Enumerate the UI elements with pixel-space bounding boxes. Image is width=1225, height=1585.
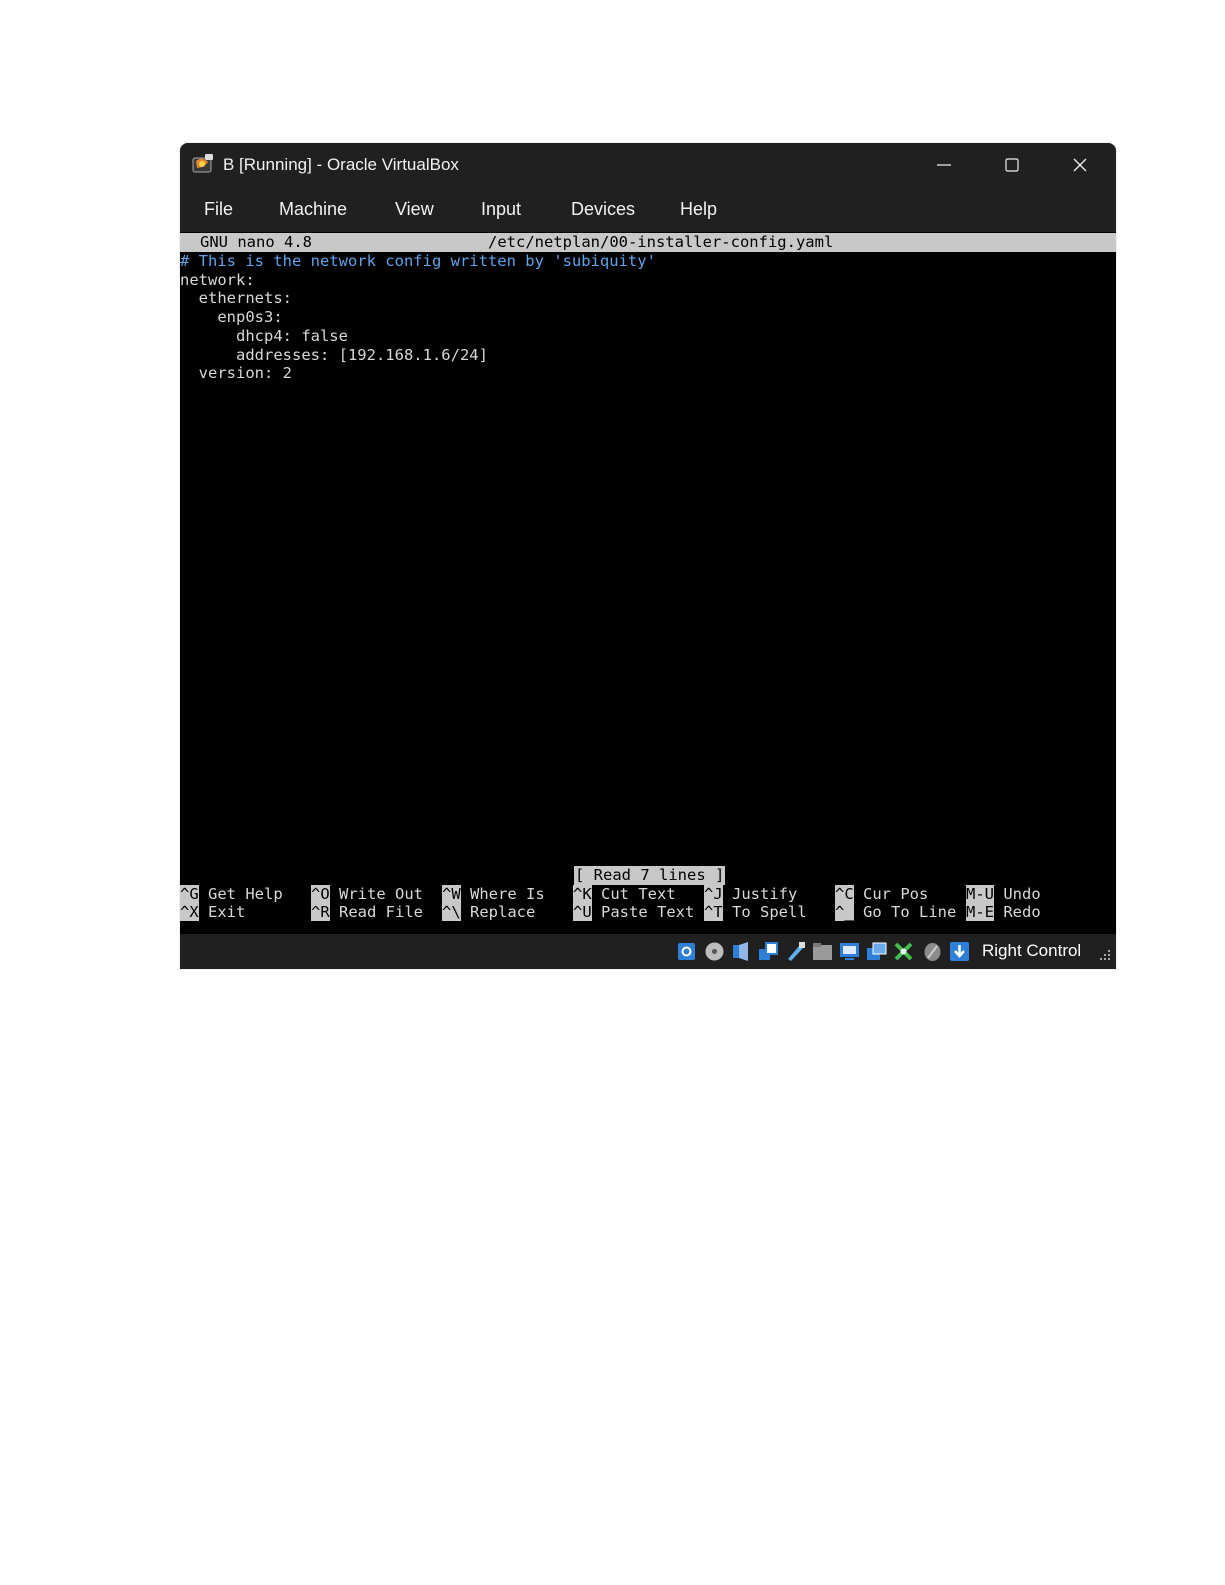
nano-status-message: [ Read 7 lines ] [574, 866, 726, 885]
audio-icon[interactable] [731, 941, 752, 962]
editor-line[interactable]: # This is the network config written by … [180, 252, 656, 271]
shortcut-key: M-U [966, 884, 994, 903]
shortcut-label: Cut Text [601, 884, 676, 903]
shortcut-label: Replace [470, 903, 536, 922]
title-bar[interactable]: B [Running] - Oracle VirtualBox [180, 143, 1116, 187]
shortcut-undo: M-U Undo [966, 884, 1041, 904]
maximize-icon [1005, 158, 1019, 172]
shortcut-label: Write Out [339, 884, 424, 903]
virtualbox-window: B [Running] - Oracle VirtualBox File Mac… [180, 143, 1116, 969]
shortcut-key: ^G [180, 884, 199, 903]
shortcut-label: To Spell [732, 903, 807, 922]
menu-view[interactable]: View [395, 199, 434, 220]
shortcut-label: Justify [732, 884, 798, 903]
resize-grip-icon[interactable] [1098, 948, 1112, 962]
shortcut-key: ^T [704, 903, 723, 922]
shortcut-key: ^O [311, 884, 330, 903]
shortcut-key: ^W [442, 884, 461, 903]
close-button[interactable] [1046, 143, 1114, 187]
shared-folders-icon[interactable] [812, 941, 833, 962]
maximize-button[interactable] [978, 143, 1046, 187]
shortcut-replace: ^\ Replace [442, 903, 535, 922]
shortcut-label: Go To Line [863, 903, 957, 922]
editor-line[interactable]: version: 2 [180, 364, 292, 383]
mouse-integration-icon[interactable] [922, 941, 943, 962]
shortcut-key: ^X [180, 903, 199, 922]
menu-file[interactable]: File [204, 199, 233, 220]
nano-version: GNU nano 4.8 [200, 233, 312, 251]
shortcut-write-out: ^O Write Out [311, 884, 424, 904]
menu-help[interactable]: Help [680, 199, 717, 220]
shortcut-get-help: ^G Get Help [180, 884, 283, 904]
guest-additions-icon[interactable] [893, 941, 914, 962]
nano-title-bar: GNU nano 4.8 /etc/netplan/00-installer-c… [180, 233, 1116, 252]
shortcut-key: ^_ [835, 903, 854, 922]
shortcut-label: Exit [208, 903, 246, 922]
editor-line[interactable]: addresses: [192.168.1.6/24] [180, 346, 488, 365]
window-title: B [Running] - Oracle VirtualBox [223, 155, 459, 174]
shortcut-label: Redo [1003, 903, 1041, 922]
keyboard-capture-icon[interactable] [949, 941, 970, 962]
display-icon[interactable] [839, 941, 860, 962]
shortcut-justify: ^J Justify [704, 884, 798, 904]
shortcut-to-spell: ^T To Spell [704, 903, 807, 922]
shortcut-label: Get Help [208, 884, 283, 903]
minimize-icon [937, 164, 951, 166]
shortcut-key: ^K [573, 884, 592, 903]
nano-filename: /etc/netplan/00-installer-config.yaml [488, 233, 834, 251]
hard-disk-icon[interactable] [676, 941, 697, 962]
menu-input[interactable]: Input [481, 199, 521, 220]
editor-line[interactable]: dhcp4: false [180, 327, 348, 346]
shortcut-key: ^C [835, 884, 854, 903]
shortcut-key: ^R [311, 903, 330, 922]
shortcut-where-is: ^W Where Is [442, 884, 545, 904]
shortcut-key: ^U [573, 903, 592, 922]
editor-line[interactable]: network: [180, 271, 255, 290]
shortcut-cut-text: ^K Cut Text [573, 884, 676, 904]
shortcut-redo: M-E Redo [966, 903, 1041, 922]
shortcut-label: Cur Pos [863, 884, 929, 903]
shortcut-read-file: ^R Read File [311, 903, 423, 922]
menu-bar: File Machine View Input Devices Help [180, 187, 1116, 232]
shortcut-key: ^\ [442, 903, 461, 922]
shortcut-cur-pos: ^C Cur Pos [835, 884, 929, 904]
shortcut-label: Undo [1003, 884, 1041, 903]
menu-machine[interactable]: Machine [279, 199, 347, 220]
shortcut-label: Paste Text [601, 903, 695, 922]
optical-drive-icon[interactable] [704, 941, 725, 962]
shortcut-key: ^J [704, 884, 723, 903]
shortcut-label: Where Is [470, 884, 545, 903]
host-key-label: Right Control [982, 941, 1082, 960]
usb-icon[interactable] [785, 941, 806, 962]
vm-screen[interactable]: GNU nano 4.8 /etc/netplan/00-installer-c… [180, 232, 1116, 934]
network-icon[interactable] [758, 941, 779, 962]
editor-line[interactable]: enp0s3: [180, 308, 282, 327]
shortcut-go-to-line: ^_ Go To Line [835, 903, 956, 922]
editor-line[interactable]: ethernets: [180, 289, 292, 308]
shortcut-exit: ^X Exit [180, 903, 245, 922]
menu-devices[interactable]: Devices [571, 199, 635, 220]
shortcut-paste-text: ^U Paste Text [573, 903, 694, 922]
vm-status-bar: Right Control [180, 934, 1116, 969]
video-capture-icon[interactable] [866, 941, 887, 962]
close-icon [1073, 158, 1087, 172]
virtualbox-icon [192, 154, 213, 173]
shortcut-label: Read File [339, 903, 424, 922]
shortcut-key: M-E [966, 903, 994, 922]
minimize-button[interactable] [910, 143, 978, 187]
